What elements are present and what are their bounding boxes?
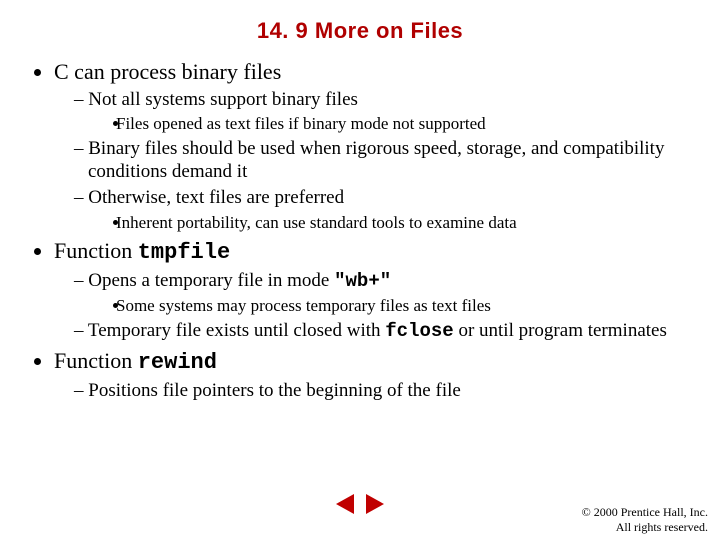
b2-pre: Function <box>54 238 138 263</box>
b3-code: rewind <box>138 350 217 375</box>
b1-d1-dots: Files opened as text files if binary mod… <box>96 113 692 134</box>
copyright-line-2: All rights reserved. <box>582 520 708 534</box>
bullet-1-dash-2: Binary files should be used when rigorou… <box>88 137 692 185</box>
b2-code: tmpfile <box>138 240 230 265</box>
bullet-2-dash-1: Opens a temporary file in mode "wb+" Som… <box>88 269 692 317</box>
bullet-3: Function rewind Positions file pointers … <box>54 347 692 402</box>
bullet-1-sublist: Not all systems support binary files Fil… <box>62 88 692 234</box>
b1-d3-dot-1: Inherent portability, can use standard t… <box>130 212 692 233</box>
b1-d3-dots: Inherent portability, can use standard t… <box>96 212 692 233</box>
bullet-list: C can process binary files Not all syste… <box>34 58 692 403</box>
b2-d1-dot-1: Some systems may process temporary files… <box>130 295 692 316</box>
b2-d1-dots: Some systems may process temporary files… <box>96 295 692 316</box>
bullet-3-dash-1: Positions file pointers to the beginning… <box>88 379 692 403</box>
bullet-2: Function tmpfile Opens a temporary file … <box>54 237 692 343</box>
bullet-1-text: C can process binary files <box>54 59 281 84</box>
bullet-1-dash-3: Otherwise, text files are preferred Inhe… <box>88 186 692 233</box>
b2-d2-pre: Temporary file exists until closed with <box>88 320 385 341</box>
b1-d1-text: Not all systems support binary files <box>88 89 358 110</box>
next-icon[interactable] <box>366 494 384 514</box>
b1-d3-text: Otherwise, text files are preferred <box>88 187 344 208</box>
bullet-2-dash-2: Temporary file exists until closed with … <box>88 319 692 344</box>
b2-d2-post: or until program terminates <box>454 320 667 341</box>
copyright-line-1: © 2000 Prentice Hall, Inc. <box>582 505 708 519</box>
slide-container: 14. 9 More on Files C can process binary… <box>0 0 720 540</box>
b2-d2-code: fclose <box>385 320 453 342</box>
slide-title: 14. 9 More on Files <box>28 18 692 44</box>
bullet-2-sublist: Opens a temporary file in mode "wb+" Som… <box>62 269 692 344</box>
bullet-3-sublist: Positions file pointers to the beginning… <box>62 379 692 403</box>
b2-d1-pre: Opens a temporary file in mode <box>88 270 334 291</box>
prev-icon[interactable] <box>336 494 354 514</box>
b1-d1-dot-1: Files opened as text files if binary mod… <box>130 113 692 134</box>
bullet-1-dash-1: Not all systems support binary files Fil… <box>88 88 692 135</box>
b3-pre: Function <box>54 348 138 373</box>
copyright-block: © 2000 Prentice Hall, Inc. All rights re… <box>582 505 708 534</box>
b2-d1-code: "wb+" <box>334 270 391 292</box>
bullet-1: C can process binary files Not all syste… <box>54 58 692 233</box>
